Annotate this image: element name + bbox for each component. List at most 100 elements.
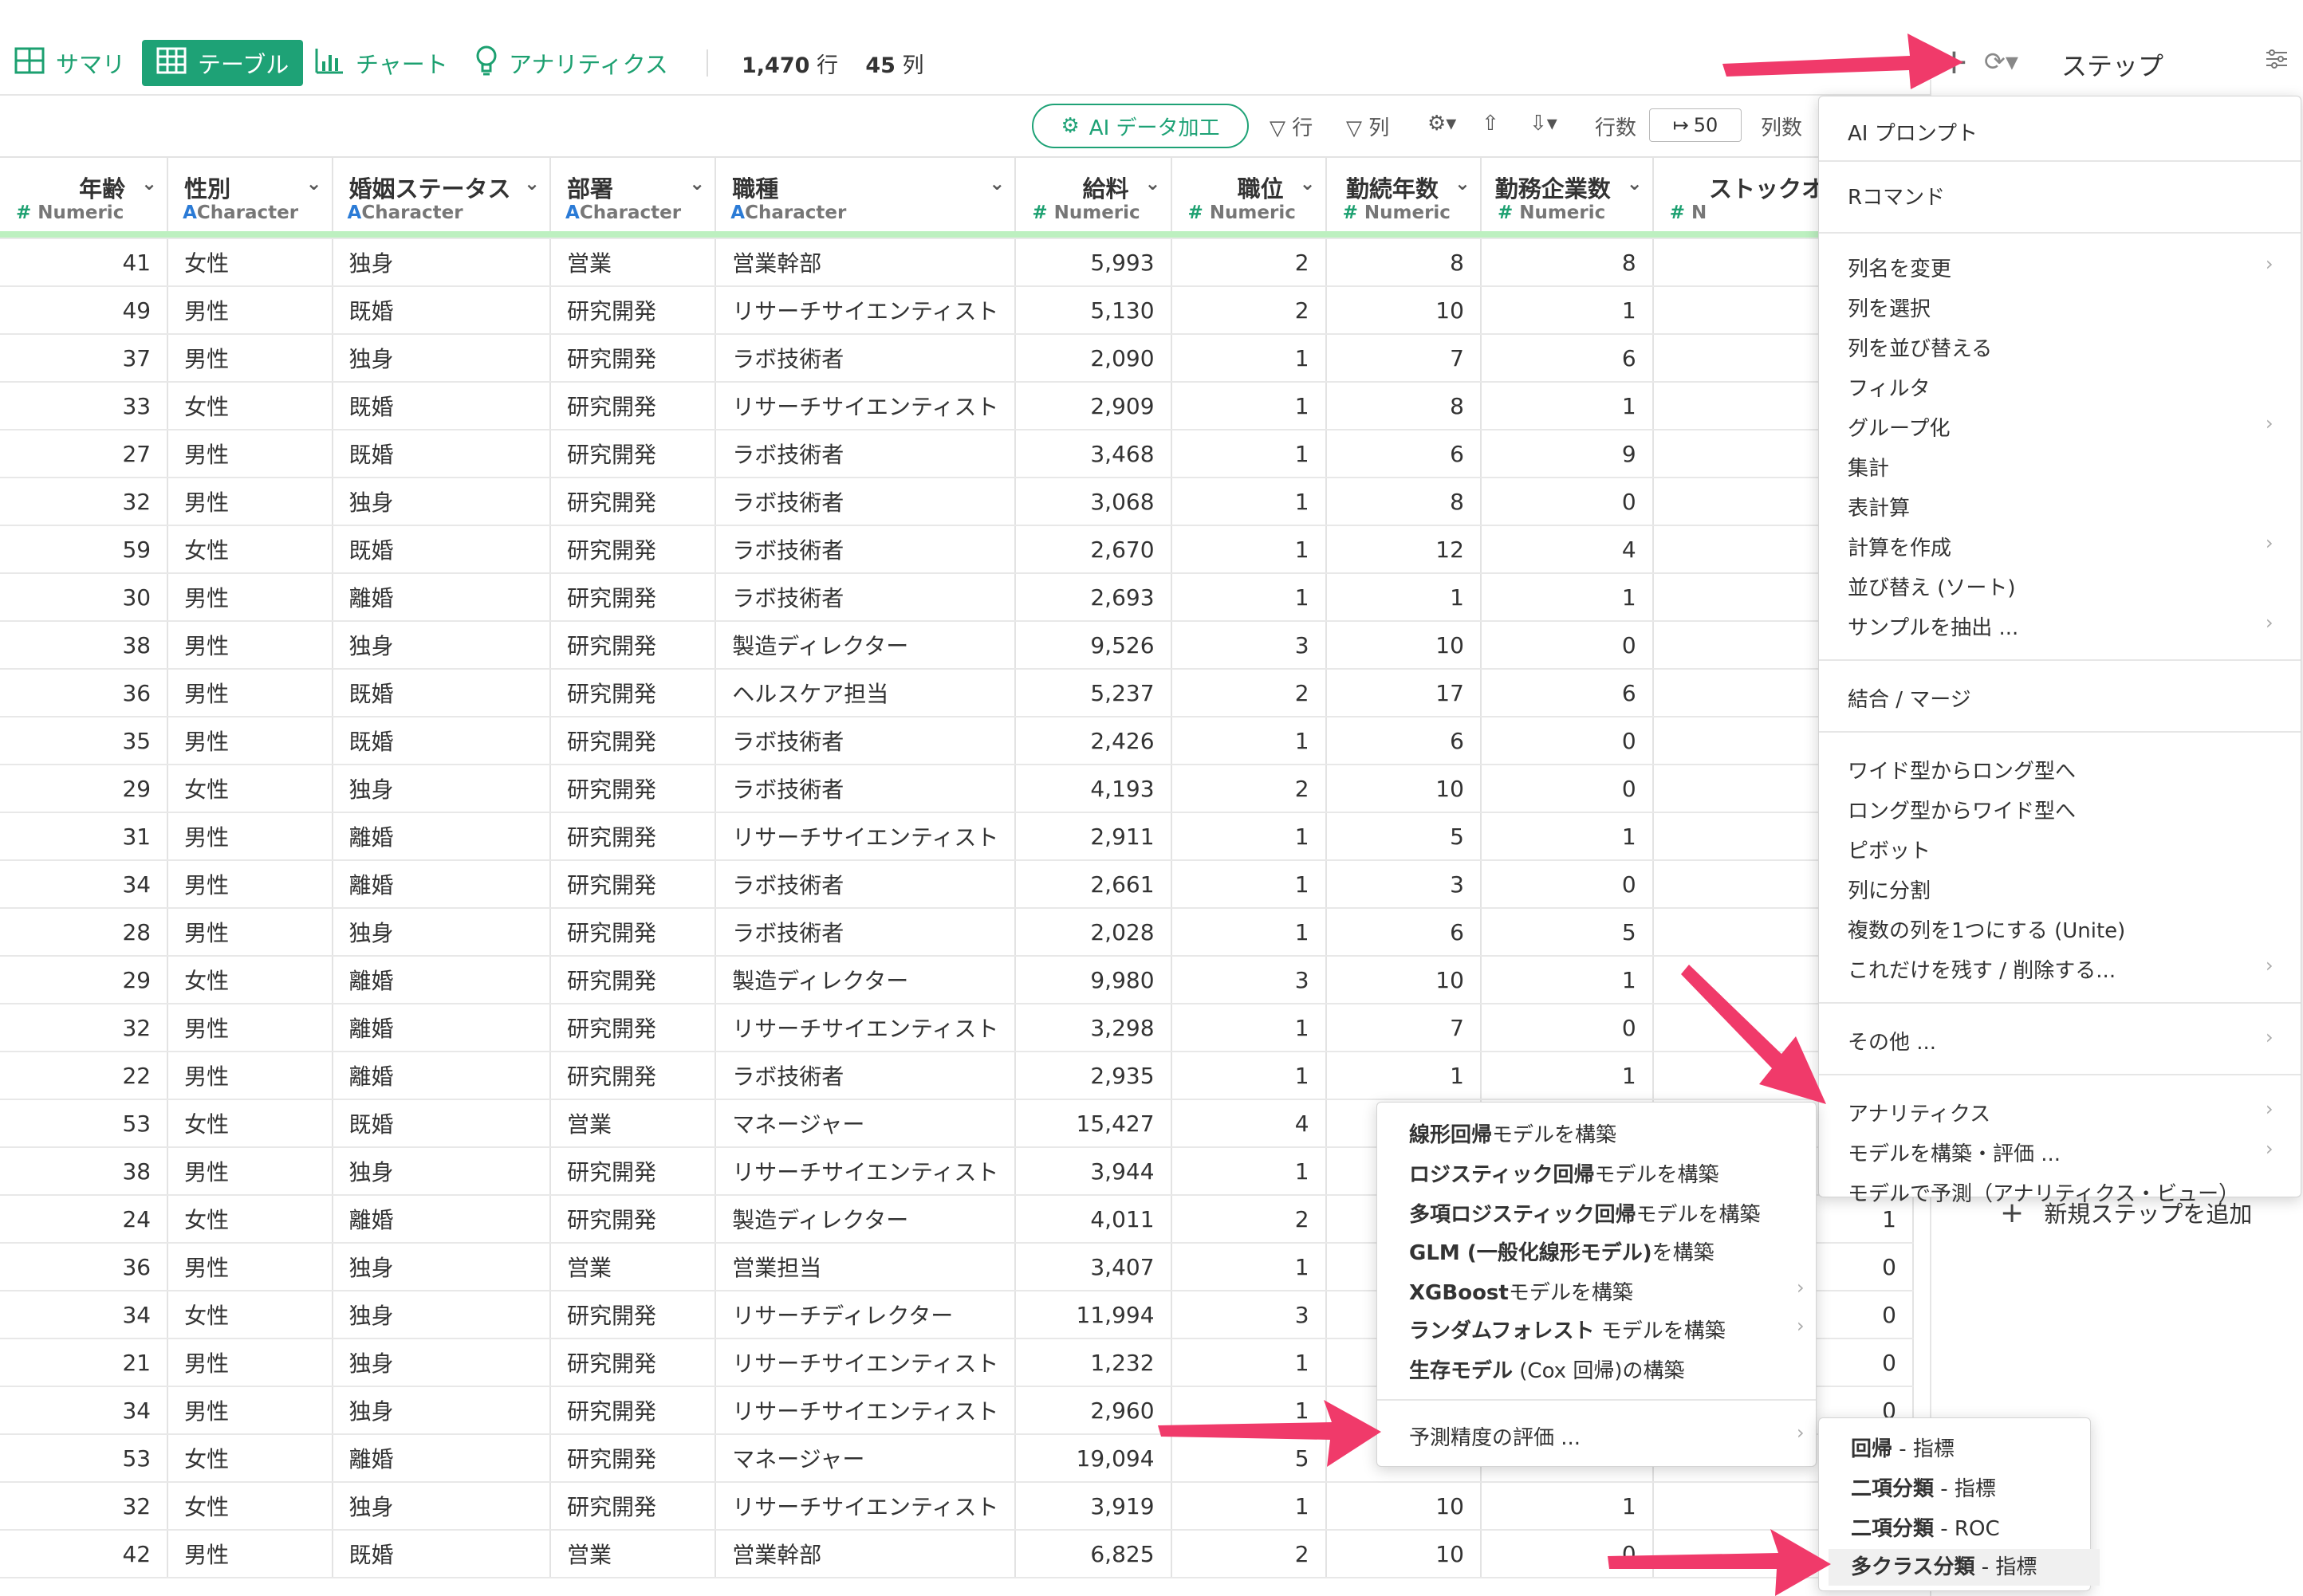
table-cell[interactable]: 製造ディレクター bbox=[715, 1195, 1017, 1244]
table-cell[interactable]: リサーチサイエンティスト bbox=[715, 1147, 1017, 1196]
table-cell[interactable]: 3,919 bbox=[1015, 1482, 1172, 1531]
table-cell[interactable]: 32 bbox=[0, 1482, 169, 1531]
table-cell[interactable]: 49 bbox=[0, 286, 169, 335]
menu-item[interactable]: 表計算 bbox=[1848, 492, 1910, 521]
table-cell[interactable]: 女性 bbox=[167, 382, 333, 430]
table-cell[interactable]: 研究開発 bbox=[550, 1147, 717, 1196]
table-cell[interactable]: 2,960 bbox=[1015, 1386, 1172, 1435]
table-cell[interactable]: 4 bbox=[1171, 1099, 1327, 1148]
table-cell[interactable]: 3 bbox=[1171, 956, 1327, 1004]
table-cell[interactable]: 離婚 bbox=[332, 812, 552, 861]
table-cell[interactable]: 2 bbox=[1171, 238, 1327, 287]
table-cell[interactable]: 女性 bbox=[167, 1195, 333, 1244]
table-cell[interactable]: 1 bbox=[1171, 1004, 1327, 1052]
table-cell[interactable]: 研究開発 bbox=[550, 669, 717, 717]
table-cell[interactable]: 12 bbox=[1325, 525, 1482, 574]
menu-item[interactable]: モデルを構築・評価 ... › bbox=[1848, 1138, 2273, 1167]
row-filter-button[interactable]: ▽ 行 bbox=[1270, 112, 1313, 141]
table-cell[interactable]: 女性 bbox=[167, 956, 333, 1004]
table-cell[interactable]: 2 bbox=[1171, 1195, 1327, 1244]
table-cell[interactable]: 独身 bbox=[332, 238, 552, 287]
table-cell[interactable]: 1 bbox=[1171, 382, 1327, 430]
menu-item[interactable]: 計算を作成 › bbox=[1848, 532, 2273, 561]
table-cell[interactable]: 研究開発 bbox=[550, 1434, 717, 1483]
chevron-down-icon[interactable]: ⌄ bbox=[1455, 172, 1470, 195]
refresh-icon[interactable]: ⟳▾ bbox=[1984, 46, 2018, 77]
chevron-down-icon[interactable]: ⌄ bbox=[1300, 172, 1316, 195]
table-cell[interactable]: 営業幹部 bbox=[715, 1530, 1017, 1578]
upload-icon[interactable]: ⇧ bbox=[1482, 112, 1499, 136]
table-cell[interactable]: 女性 bbox=[167, 1434, 333, 1483]
menu-item[interactable]: 二項分類 - ROC bbox=[1851, 1512, 2000, 1542]
table-cell[interactable]: 7 bbox=[1325, 334, 1482, 383]
chevron-down-icon[interactable]: ⌄ bbox=[524, 172, 540, 195]
table-cell[interactable]: 研究開発 bbox=[550, 478, 717, 526]
menu-item[interactable]: ワイド型からロング型へ bbox=[1848, 755, 2076, 784]
table-cell[interactable]: 男性 bbox=[167, 478, 333, 526]
table-cell[interactable]: 1 bbox=[1171, 860, 1327, 909]
table-cell[interactable]: 35 bbox=[0, 717, 169, 765]
table-cell[interactable]: 32 bbox=[0, 478, 169, 526]
table-cell[interactable]: 29 bbox=[0, 765, 169, 813]
table-cell[interactable]: 研究開発 bbox=[550, 382, 717, 430]
table-cell[interactable]: 独身 bbox=[332, 1147, 552, 1196]
table-cell[interactable]: 研究開発 bbox=[550, 286, 717, 335]
table-cell[interactable]: 研究開発 bbox=[550, 1339, 717, 1387]
table-cell[interactable]: 離婚 bbox=[332, 860, 552, 909]
table-cell[interactable]: 研究開発 bbox=[550, 812, 717, 861]
table-cell[interactable]: 男性 bbox=[167, 1147, 333, 1196]
chevron-down-icon[interactable]: ⌄ bbox=[141, 172, 157, 195]
table-cell[interactable]: 31 bbox=[0, 812, 169, 861]
table-cell[interactable]: 10 bbox=[1325, 1530, 1482, 1578]
table-cell[interactable]: 既婚 bbox=[332, 525, 552, 574]
menu-item[interactable]: これだけを残す / 削除する... › bbox=[1848, 954, 2273, 984]
table-cell[interactable]: 3,068 bbox=[1015, 478, 1172, 526]
table-cell[interactable]: 41 bbox=[0, 238, 169, 287]
table-cell[interactable]: 8 bbox=[1480, 238, 1654, 287]
table-cell[interactable]: 男性 bbox=[167, 1339, 333, 1387]
table-cell[interactable]: 3 bbox=[1171, 621, 1327, 670]
table-cell[interactable]: 1,232 bbox=[1015, 1339, 1172, 1387]
table-cell[interactable]: 男性 bbox=[167, 908, 333, 957]
table-cell[interactable]: 1 bbox=[1325, 1052, 1482, 1100]
table-cell[interactable]: 営業幹部 bbox=[715, 238, 1017, 287]
table-cell[interactable]: 既婚 bbox=[332, 717, 552, 765]
table-cell[interactable]: 2 bbox=[1171, 286, 1327, 335]
table-cell[interactable]: 1 bbox=[1480, 382, 1654, 430]
table-cell[interactable]: 研究開発 bbox=[550, 1052, 717, 1100]
table-cell[interactable]: 離婚 bbox=[332, 956, 552, 1004]
table-cell[interactable]: 独身 bbox=[332, 908, 552, 957]
table-cell[interactable]: 男性 bbox=[167, 1004, 333, 1052]
table-cell[interactable]: 3,468 bbox=[1015, 430, 1172, 478]
table-cell[interactable]: 営業 bbox=[550, 1530, 717, 1578]
table-cell[interactable]: 研究開発 bbox=[550, 717, 717, 765]
table-cell[interactable]: 1 bbox=[1480, 956, 1654, 1004]
table-cell[interactable]: 研究開発 bbox=[550, 956, 717, 1004]
table-cell[interactable]: 研究開発 bbox=[550, 621, 717, 670]
table-cell[interactable]: 2,670 bbox=[1015, 525, 1172, 574]
table-cell[interactable]: 34 bbox=[0, 1386, 169, 1435]
table-cell[interactable]: 独身 bbox=[332, 1243, 552, 1291]
table-cell[interactable]: 研究開発 bbox=[550, 573, 717, 622]
table-cell[interactable]: 男性 bbox=[167, 860, 333, 909]
table-cell[interactable]: 32 bbox=[0, 1004, 169, 1052]
table-cell[interactable]: 2,090 bbox=[1015, 334, 1172, 383]
chevron-down-icon[interactable]: ⌄ bbox=[1627, 172, 1643, 195]
table-cell[interactable]: 女性 bbox=[167, 1099, 333, 1148]
table-cell[interactable]: 1 bbox=[1171, 1147, 1327, 1196]
table-cell[interactable]: 22 bbox=[0, 1052, 169, 1100]
table-cell[interactable]: ヘルスケア担当 bbox=[715, 669, 1017, 717]
table-cell[interactable]: 1 bbox=[1325, 573, 1482, 622]
table-cell[interactable]: 0 bbox=[1480, 717, 1654, 765]
table-cell[interactable]: 37 bbox=[0, 334, 169, 383]
table-cell[interactable]: 1 bbox=[1171, 1482, 1327, 1531]
table-cell[interactable]: 離婚 bbox=[332, 1195, 552, 1244]
table-cell[interactable]: 男性 bbox=[167, 430, 333, 478]
menu-item[interactable]: 列名を変更 › bbox=[1848, 253, 2273, 282]
menu-item[interactable]: サンプルを抽出 ... › bbox=[1848, 611, 2273, 641]
table-cell[interactable]: 4,011 bbox=[1015, 1195, 1172, 1244]
menu-item[interactable]: 列に分割 bbox=[1848, 875, 1931, 904]
table-cell[interactable]: 研究開発 bbox=[550, 1482, 717, 1531]
menu-item[interactable]: 回帰 - 指標 bbox=[1851, 1433, 1955, 1462]
table-cell[interactable]: 5,993 bbox=[1015, 238, 1172, 287]
